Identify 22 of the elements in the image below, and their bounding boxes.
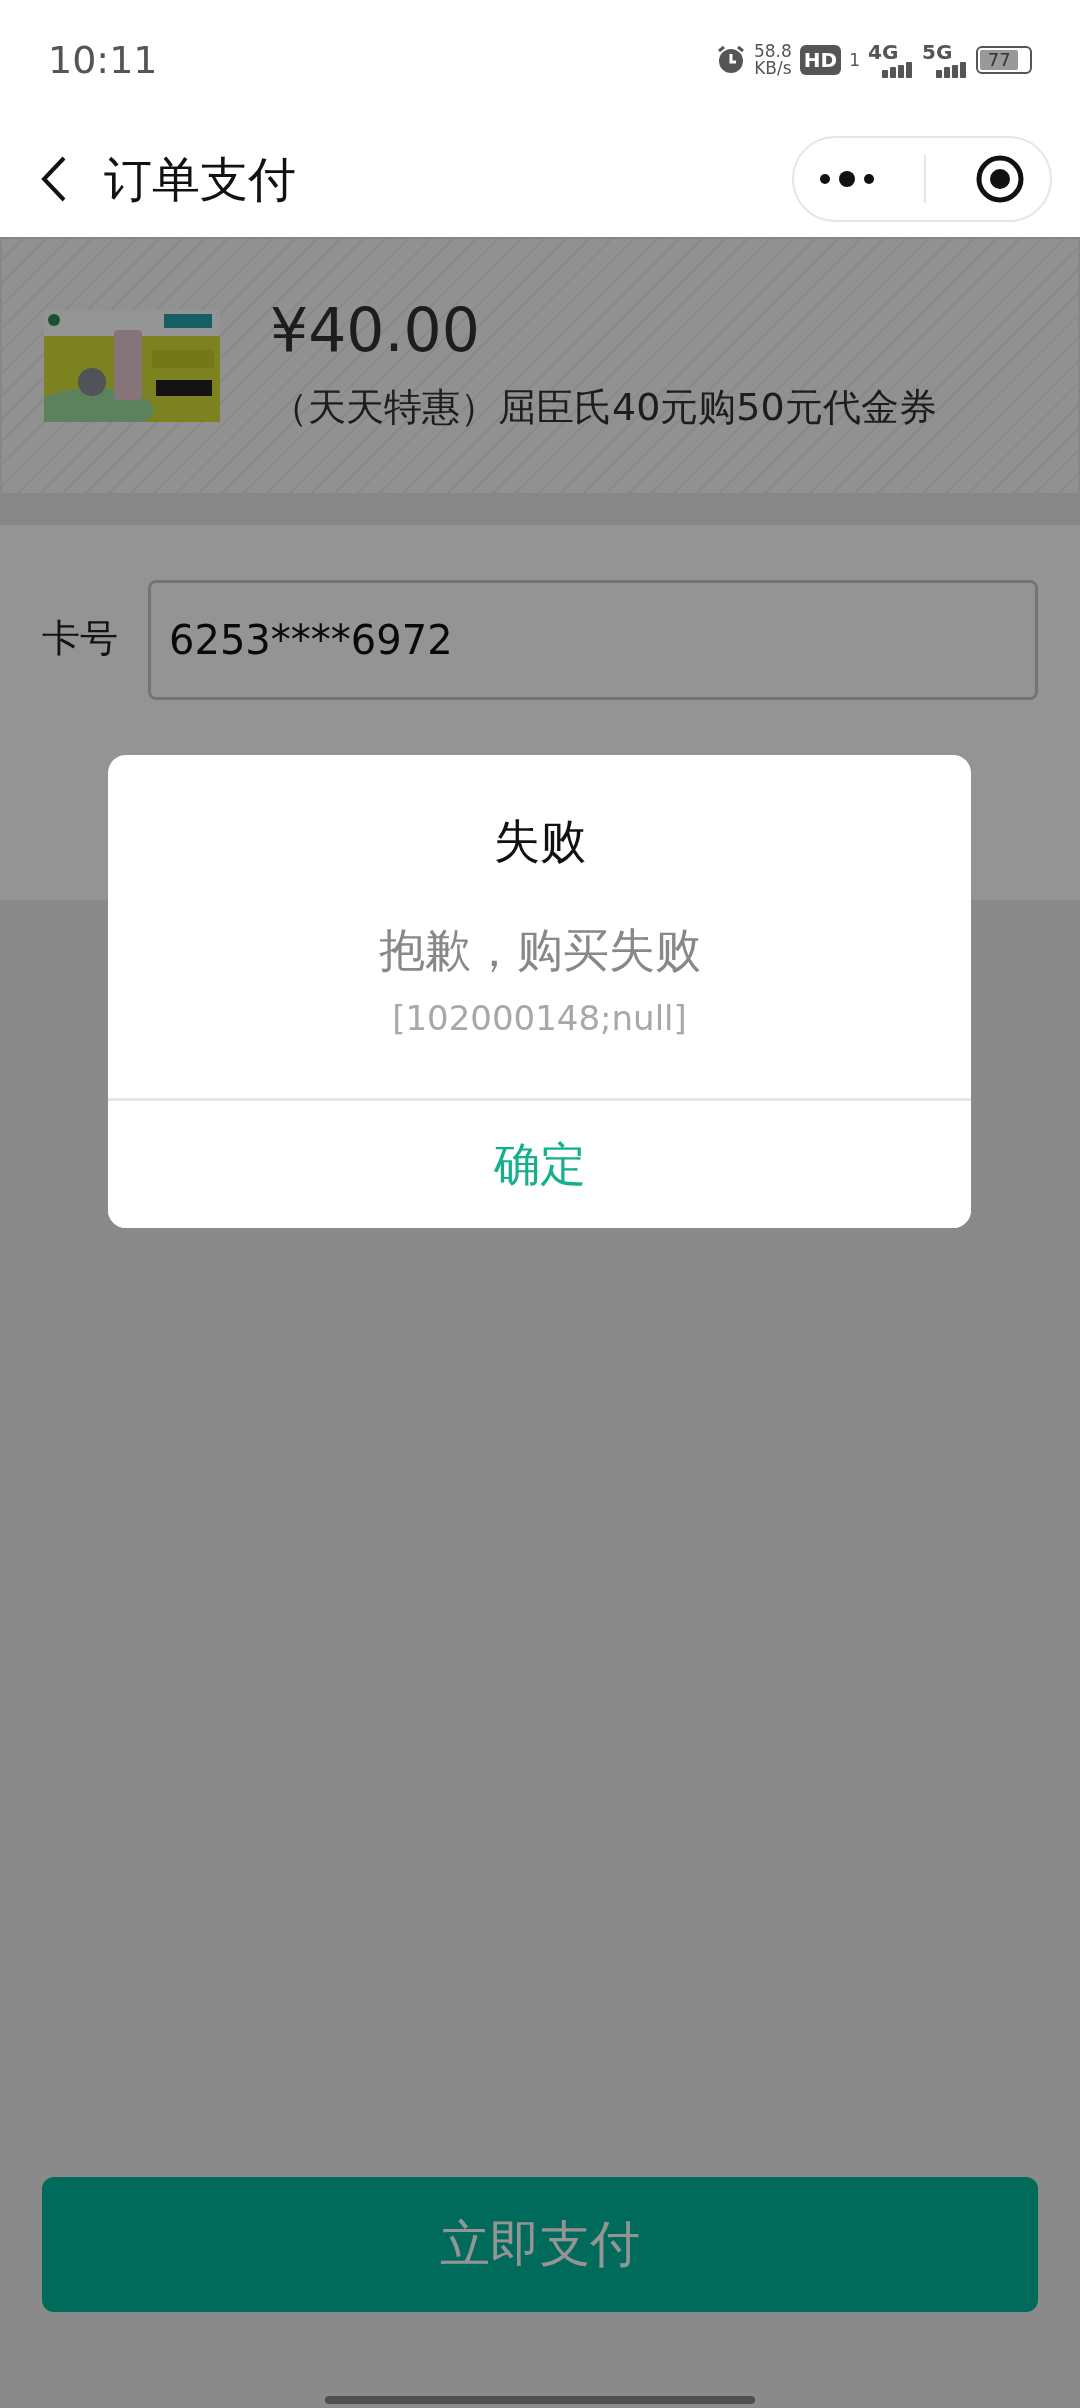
product-name: （天天特惠）屈臣氏40元购50元代金券 xyxy=(270,383,937,431)
close-icon[interactable] xyxy=(975,153,1026,204)
battery-icon: 77 xyxy=(976,46,1032,74)
more-icon[interactable] xyxy=(818,168,875,189)
dialog-message: 抱歉，购买失败 xyxy=(377,922,702,979)
status-time: 10:11 xyxy=(48,36,158,84)
hd-badge: HD xyxy=(799,45,842,75)
error-code: [102000148;null] xyxy=(391,997,688,1040)
network-speed-unit: KB/s xyxy=(753,60,792,77)
page-title: 订单支付 xyxy=(104,149,296,209)
confirm-button[interactable]: 确定 xyxy=(108,1098,971,1228)
product-price: ¥40.00 xyxy=(270,296,481,363)
network-speed: 58.8 xyxy=(753,43,792,60)
dialog-title: 失败 xyxy=(492,813,587,870)
card-number-label: 卡号 xyxy=(42,615,118,662)
network-type: 4G xyxy=(868,42,900,62)
back-icon[interactable] xyxy=(40,154,68,203)
sim-index: 1 xyxy=(849,51,860,69)
network-type: 5G xyxy=(922,42,954,62)
card-number-field[interactable]: 6253****6972 xyxy=(148,580,1038,700)
pay-button[interactable]: 立即支付 xyxy=(42,2177,1038,2312)
alarm-icon xyxy=(715,45,746,75)
